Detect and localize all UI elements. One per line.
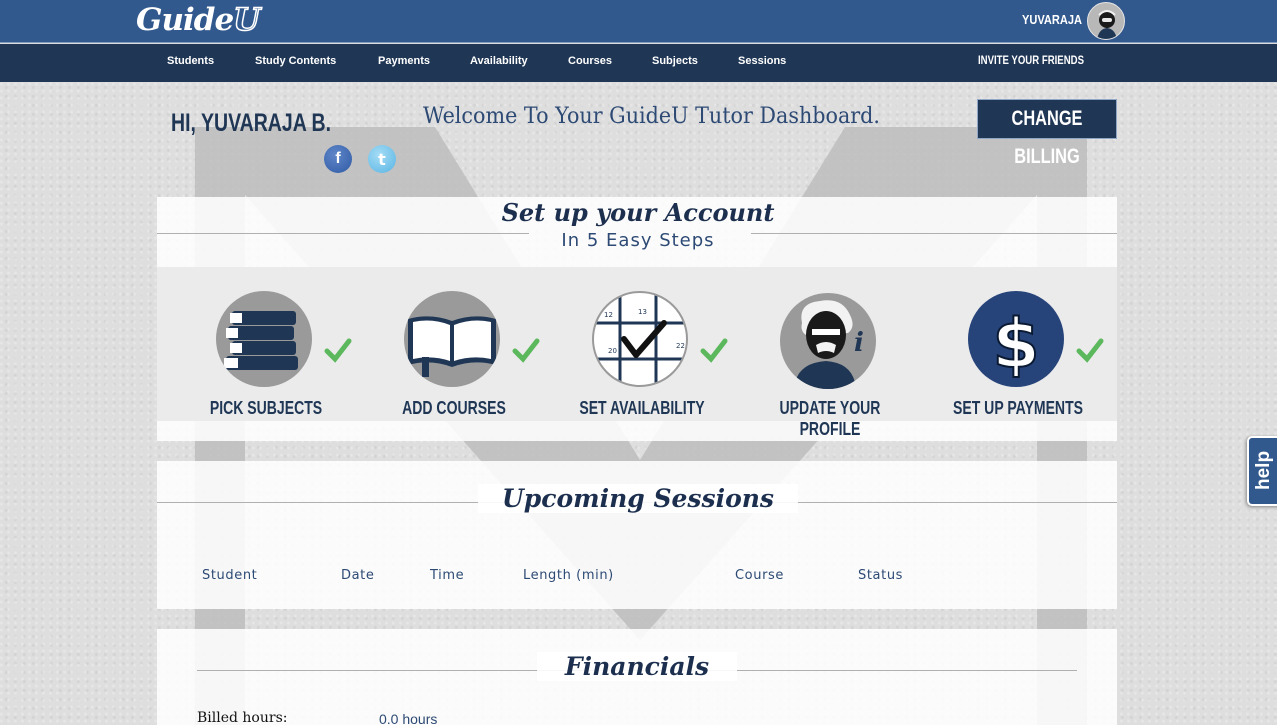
books-icon <box>224 311 298 370</box>
billed-hours-value: 0.0 hours <box>379 711 438 725</box>
calendar-check-icon: 12 13 20 22 <box>594 293 686 385</box>
nav-sessions[interactable]: Sessions <box>738 55 786 67</box>
welcome-title: Welcome To Your GuideU Tutor Dashboard. <box>423 104 881 129</box>
step-add-courses[interactable] <box>404 291 500 387</box>
nav-students[interactable]: Students <box>167 55 214 67</box>
step-set-availability[interactable]: 12 13 20 22 <box>592 291 688 387</box>
step-label-set-availability[interactable]: SET AVAILABILITY <box>564 398 720 419</box>
svg-text:$: $ <box>992 305 1039 384</box>
user-avatar[interactable] <box>1087 2 1125 40</box>
profile-info-icon: i <box>794 300 864 389</box>
column-student[interactable]: Student <box>202 568 257 583</box>
divider <box>157 233 529 234</box>
svg-text:22: 22 <box>676 342 685 350</box>
column-status[interactable]: Status <box>858 568 903 583</box>
nav-payments[interactable]: Payments <box>378 55 430 67</box>
twitter-icon[interactable]: t <box>368 145 396 173</box>
svg-text:i: i <box>854 328 864 358</box>
open-book-icon <box>408 316 496 377</box>
guideu-logo[interactable]: GuideU <box>136 1 261 39</box>
avatar-icon <box>1097 10 1117 39</box>
username-label[interactable]: YUVARAJA <box>1022 12 1082 27</box>
sessions-title: Upcoming Sessions <box>478 484 798 513</box>
nav-subjects[interactable]: Subjects <box>652 55 698 67</box>
column-time[interactable]: Time <box>430 568 464 583</box>
column-course[interactable]: Course <box>735 568 784 583</box>
billed-hours-label: Billed hours: <box>197 710 288 725</box>
greeting-heading: HI, YUVARAJA B. <box>171 109 332 137</box>
nav-study-contents[interactable]: Study Contents <box>255 55 336 67</box>
step-label-add-courses[interactable]: ADD COURSES <box>376 398 532 419</box>
dollar-icon: $ <box>991 304 1040 385</box>
svg-text:13: 13 <box>638 308 647 316</box>
svg-text:12: 12 <box>604 311 613 319</box>
help-tab[interactable]: help <box>1247 436 1277 506</box>
change-billing-button[interactable]: CHANGE BILLING <box>977 99 1117 168</box>
step-update-profile[interactable]: i <box>780 293 876 389</box>
step-label-update-profile[interactable]: UPDATE YOUR PROFILE <box>752 398 908 440</box>
setup-title: Set up your Account <box>501 198 775 227</box>
step-label-pick-subjects[interactable]: PICK SUBJECTS <box>188 398 344 419</box>
svg-text:t: t <box>378 150 386 169</box>
facebook-icon[interactable]: f <box>324 145 352 173</box>
nav-availability[interactable]: Availability <box>470 55 528 67</box>
step-pick-subjects[interactable] <box>216 291 312 387</box>
divider <box>751 233 1117 234</box>
check-icon <box>700 338 728 363</box>
top-bar: GuideU YUVARAJA <box>0 0 1277 43</box>
check-icon <box>324 338 352 363</box>
svg-text:20: 20 <box>608 347 617 355</box>
financials-title: Financials <box>537 652 737 681</box>
setup-subtitle: In 5 Easy Steps <box>561 230 715 251</box>
step-label-set-up-payments[interactable]: SET UP PAYMENTS <box>940 398 1096 419</box>
main-nav: Students Study Contents Payments Availab… <box>0 44 1277 82</box>
column-date[interactable]: Date <box>341 568 374 583</box>
step-set-up-payments[interactable]: $ <box>968 291 1064 387</box>
column-length[interactable]: Length (min) <box>523 568 614 583</box>
check-icon <box>1076 338 1104 363</box>
nav-courses[interactable]: Courses <box>568 55 612 67</box>
check-icon <box>512 338 540 363</box>
invite-friends-link[interactable]: INVITE YOUR FRIENDS <box>978 53 1084 67</box>
